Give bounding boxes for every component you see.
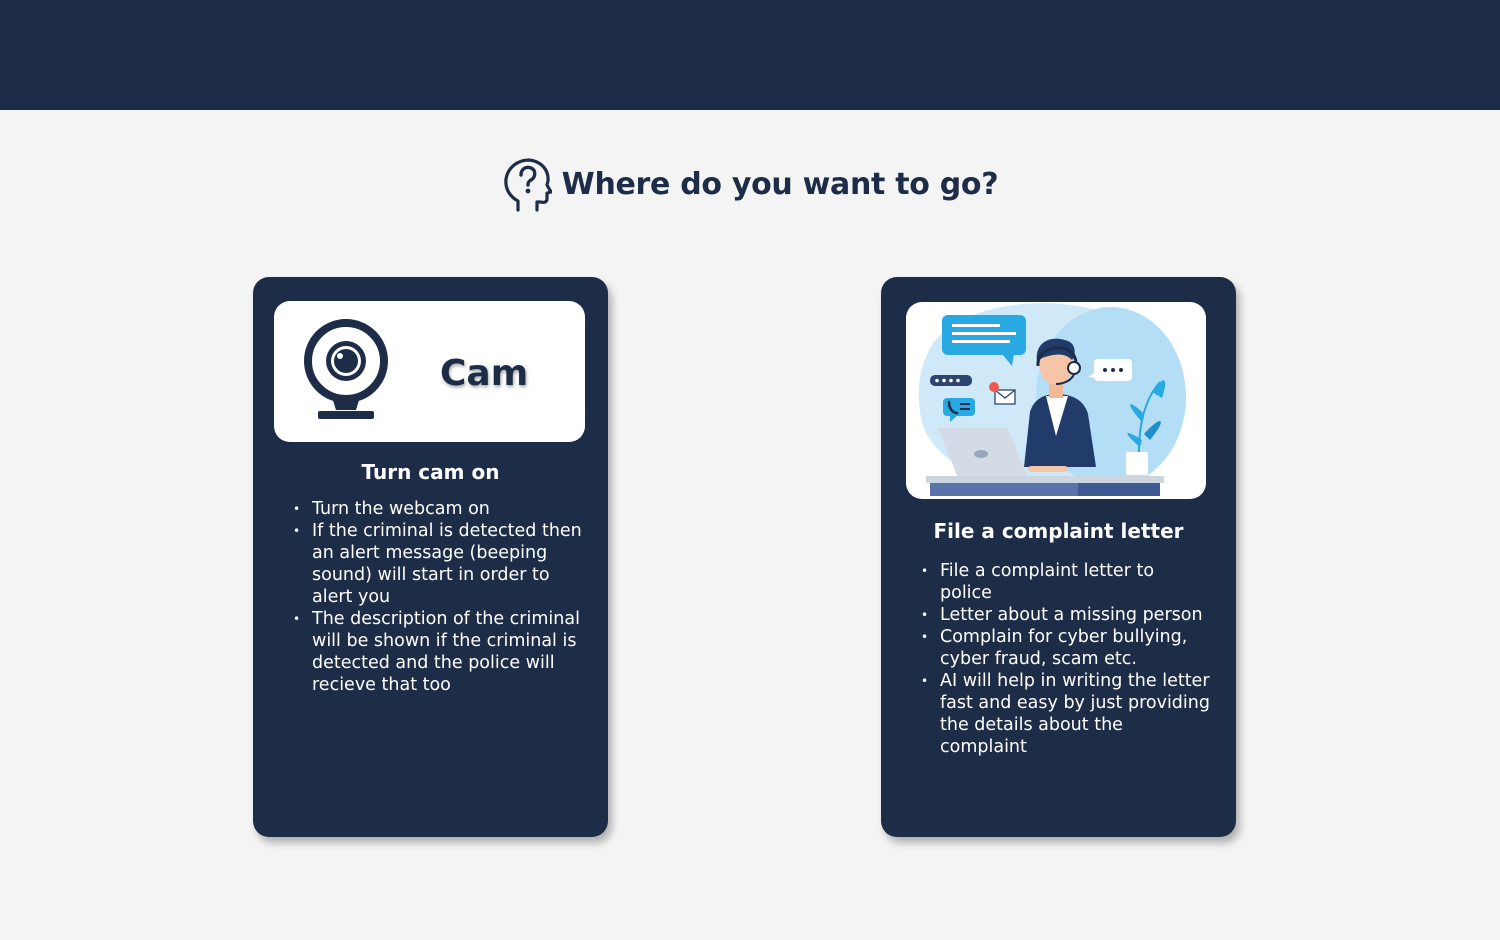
top-banner	[0, 0, 1500, 110]
page-heading: Where do you want to go?	[0, 156, 1500, 212]
cam-panel[interactable]: Cam	[274, 301, 585, 442]
list-item: Letter about a missing person	[921, 604, 1211, 626]
list-item: If the criminal is detected then an aler…	[293, 520, 583, 608]
list-item: Complain for cyber bullying, cyber fraud…	[921, 626, 1211, 670]
list-item: The description of the criminal will be …	[293, 608, 583, 696]
support-agent-illustration[interactable]	[906, 302, 1206, 499]
complaint-letter-description-list: File a complaint letter to police Letter…	[921, 560, 1211, 758]
cam-label: Cam	[440, 353, 529, 394]
cam-card-title: Turn cam on	[361, 460, 500, 484]
cam-card[interactable]: Cam Turn cam on Turn the webcam on If th…	[253, 277, 608, 837]
cam-description-list: Turn the webcam on If the criminal is de…	[293, 498, 583, 696]
page-title: Where do you want to go?	[561, 166, 999, 202]
complaint-letter-card-title: File a complaint letter	[933, 519, 1184, 543]
list-item: File a complaint letter to police	[921, 560, 1211, 604]
list-item: Turn the webcam on	[293, 498, 583, 520]
complaint-letter-card[interactable]: File a complaint letter File a complaint…	[881, 277, 1236, 837]
list-item: AI will help in writing the letter fast …	[921, 670, 1211, 758]
webcam-icon	[302, 319, 392, 429]
head-question-icon	[502, 156, 552, 212]
